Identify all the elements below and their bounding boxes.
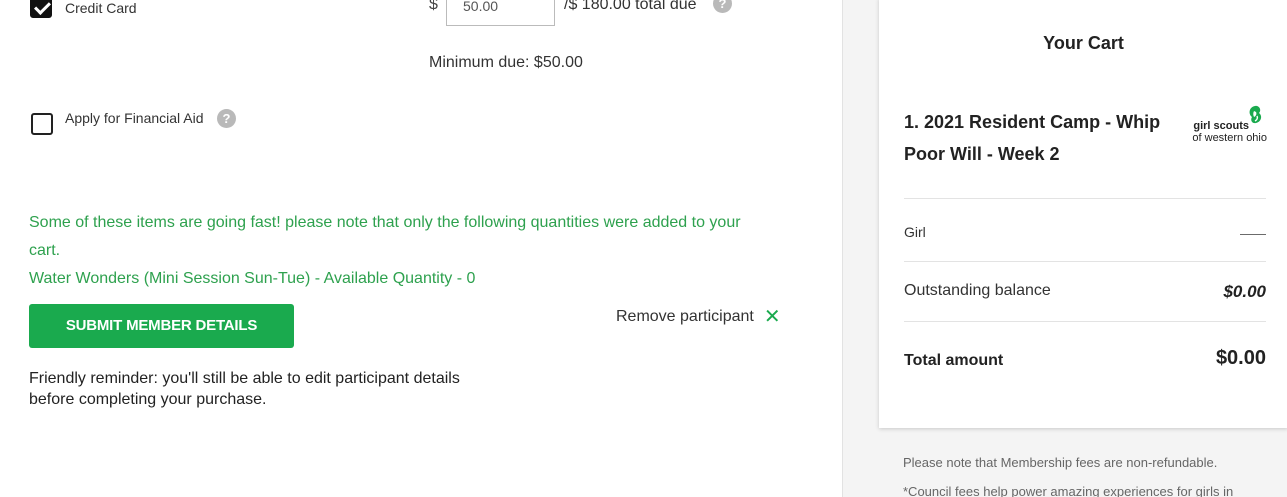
- minimum-due-text: Minimum due: $50.00: [429, 54, 583, 71]
- friendly-reminder: Friendly reminder: you'll still be able …: [29, 368, 509, 410]
- remove-participant-link[interactable]: Remove participant ✕: [616, 307, 781, 327]
- divider: [904, 261, 1266, 262]
- help-icon[interactable]: ?: [713, 0, 732, 13]
- cart-sidebar: Your Cart 1. 2021 Resident Camp - Whip P…: [842, 0, 1287, 497]
- close-icon: ✕: [763, 306, 781, 328]
- total-amount-value: $0.00: [1215, 347, 1266, 369]
- reminder-line1: Friendly reminder: you'll still be able …: [29, 370, 460, 387]
- credit-card-label: Credit Card: [65, 0, 137, 16]
- cart-card: Your Cart 1. 2021 Resident Camp - Whip P…: [879, 0, 1287, 428]
- cart-item-name-line2: Poor Will - Week 2: [904, 144, 1060, 164]
- credit-card-checkbox[interactable]: [30, 0, 52, 18]
- help-icon[interactable]: ?: [217, 109, 236, 128]
- submit-member-details-button[interactable]: SUBMIT MEMBER DETAILS: [29, 304, 294, 348]
- cart-title: Your Cart: [1043, 33, 1124, 53]
- reminder-line2: before completing your purchase.: [29, 391, 267, 408]
- help-glyph: ?: [222, 111, 231, 126]
- availability-notice-line1: Some of these items are going fast! plea…: [29, 214, 741, 231]
- participant-label: Girl: [904, 224, 926, 240]
- cart-item-name: 1. 2021 Resident Camp - Whip Poor Will -…: [904, 106, 1194, 170]
- financial-aid-checkbox[interactable]: [31, 113, 53, 135]
- logo-sub-text: of western ohio: [1192, 132, 1267, 144]
- divider: [904, 321, 1266, 322]
- membership-fee-note: Please note that Membership fees are non…: [903, 455, 1218, 470]
- remove-participant-label: Remove participant: [616, 308, 754, 325]
- council-fee-note: *Council fees help power amazing experie…: [903, 484, 1234, 497]
- currency-symbol: $: [429, 0, 438, 13]
- logo-main-text: girl scouts: [1193, 120, 1249, 132]
- availability-notice-line2: cart.: [29, 242, 61, 259]
- help-glyph: ?: [718, 0, 727, 11]
- outstanding-balance-label: Outstanding balance: [904, 282, 1051, 299]
- girl-scouts-logo: girl scouts of western ohio: [1179, 105, 1274, 148]
- outstanding-balance-value: $0.00: [1223, 282, 1266, 301]
- cart-item-name-line1: 1. 2021 Resident Camp - Whip: [904, 112, 1161, 132]
- total-amount-label: Total amount: [904, 352, 1004, 369]
- payment-amount-input[interactable]: 50.00: [446, 0, 555, 26]
- participant-value: ——: [1240, 226, 1266, 241]
- total-due-text: /$ 180.00 total due: [564, 0, 697, 13]
- financial-aid-label: Apply for Financial Aid: [65, 110, 204, 126]
- registration-form: Credit Card $ 50.00 /$ 180.00 total due …: [0, 0, 842, 497]
- divider: [904, 198, 1266, 199]
- availability-notice-item: Water Wonders (Mini Session Sun-Tue) - A…: [29, 270, 476, 287]
